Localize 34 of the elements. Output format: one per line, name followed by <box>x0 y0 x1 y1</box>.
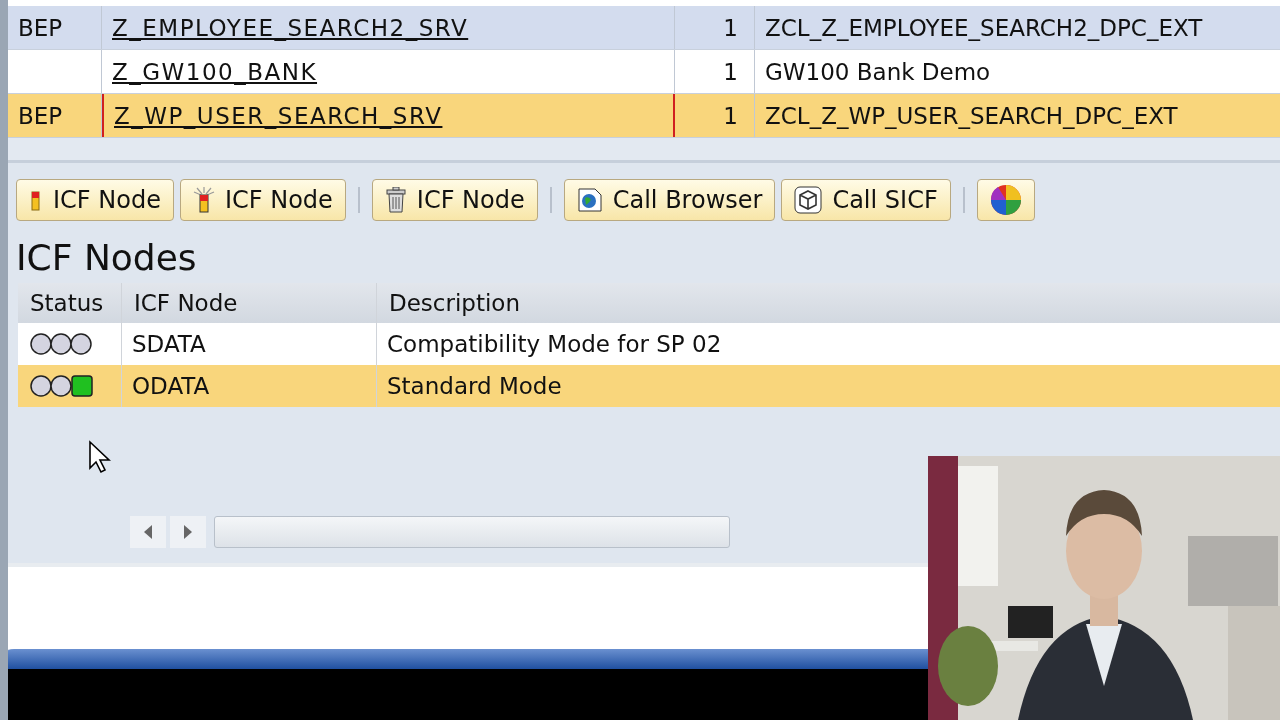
cube-icon <box>794 186 823 214</box>
color-button[interactable] <box>976 179 1035 221</box>
table-cell: 1 <box>723 58 738 85</box>
scrollbar-thumb[interactable] <box>214 516 730 548</box>
globe-icon <box>576 187 603 213</box>
table-cell: ODATA <box>122 365 377 407</box>
service-link[interactable]: Z_EMPLOYEE_SEARCH2_SRV <box>112 14 469 41</box>
toolbar-button[interactable]: Call Browser <box>563 179 776 221</box>
toolbar-button[interactable]: ICF Node <box>179 179 346 221</box>
table-cell: BEP <box>18 102 63 129</box>
table-cell: ZCL_Z_EMPLOYEE_SEARCH2_DPC_EXT <box>765 14 1203 41</box>
table-cell: 1 <box>723 14 738 41</box>
right-arrow-icon <box>183 524 193 540</box>
service-link[interactable]: Z_WP_USER_SEARCH_SRV <box>114 102 443 129</box>
table-cell-text: Standard Mode <box>386 372 563 401</box>
table-cell-text: Compatibility Mode for SP 02 <box>386 330 723 359</box>
table-cell: BEP <box>18 14 63 41</box>
toolbar-button[interactable]: Call SICF <box>781 179 951 221</box>
node-icon <box>29 188 43 212</box>
column-header[interactable]: Description <box>377 283 1280 323</box>
table-cell: GW100 Bank Demo <box>765 58 991 85</box>
section-title: ICF Nodes <box>16 236 197 278</box>
trash-icon <box>384 187 407 213</box>
left-arrow-icon <box>143 524 153 540</box>
cursor-icon <box>88 440 112 474</box>
scroll-left-button[interactable] <box>130 516 166 548</box>
toolbar-button[interactable]: ICF Node <box>371 179 538 221</box>
toolbar-button[interactable]: ICF Node <box>16 179 174 221</box>
scroll-right-button[interactable] <box>170 516 206 548</box>
color-wheel-icon <box>989 184 1022 216</box>
service-link[interactable]: Z_GW100_BANK <box>112 58 318 85</box>
table-cell: 1 <box>723 102 738 129</box>
table-cell: ZCL_Z_WP_USER_SEARCH_DPC_EXT <box>765 102 1178 129</box>
node-icon <box>192 187 215 213</box>
